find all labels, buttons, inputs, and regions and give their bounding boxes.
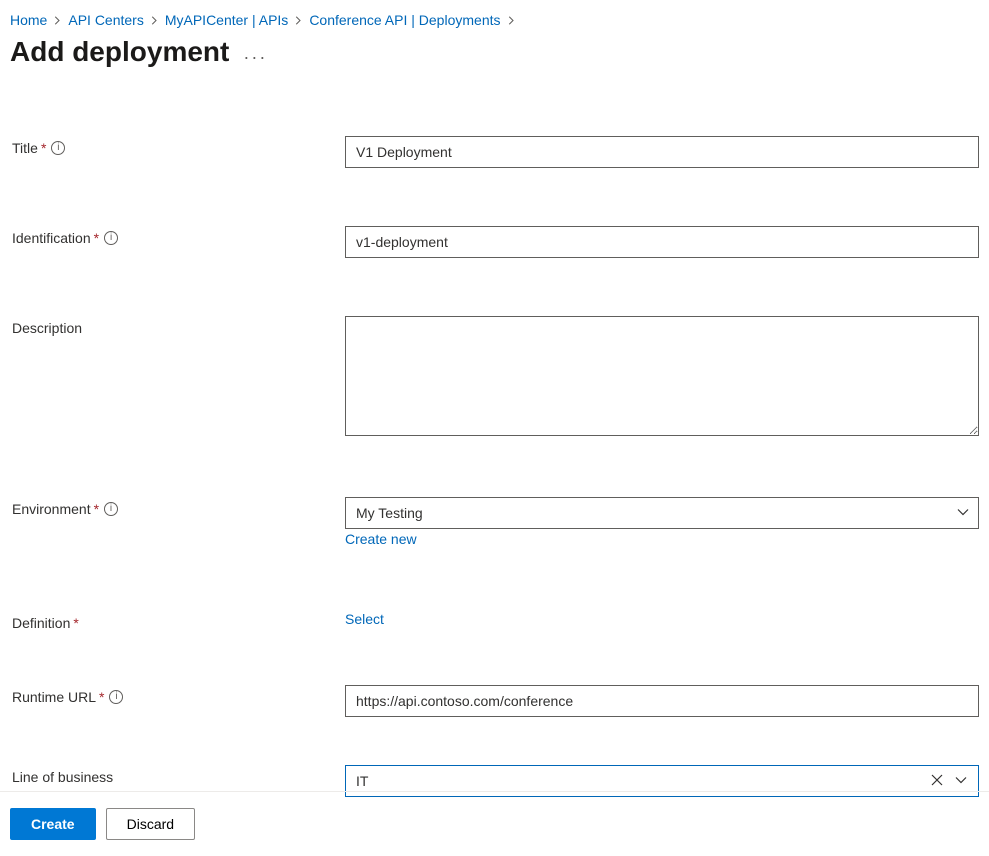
page-title-row: Add deployment ··· xyxy=(0,28,989,68)
description-textarea[interactable] xyxy=(345,316,979,436)
create-button[interactable]: Create xyxy=(10,808,96,840)
info-icon[interactable]: i xyxy=(51,141,65,155)
breadcrumb-conference-api-deployments[interactable]: Conference API | Deployments xyxy=(309,12,500,28)
chevron-right-icon xyxy=(507,16,516,25)
required-indicator: * xyxy=(99,689,104,705)
line-of-business-label: Line of business xyxy=(12,769,113,785)
definition-label: Definition xyxy=(12,615,70,631)
identification-label-group: Identification * i xyxy=(12,226,345,246)
definition-label-group: Definition * xyxy=(12,611,345,631)
info-icon[interactable]: i xyxy=(104,231,118,245)
description-label: Description xyxy=(12,320,82,336)
title-label-group: Title * i xyxy=(12,136,345,156)
breadcrumb-api-centers[interactable]: API Centers xyxy=(68,12,143,28)
add-deployment-form: Title * i Identification * i Description xyxy=(0,68,989,797)
page-title: Add deployment xyxy=(10,36,229,68)
environment-label-group: Environment * i xyxy=(12,497,345,517)
title-label: Title xyxy=(12,140,38,156)
identification-label: Identification xyxy=(12,230,91,246)
title-input[interactable] xyxy=(345,136,979,168)
chevron-down-icon[interactable] xyxy=(951,770,971,792)
chevron-right-icon xyxy=(150,16,159,25)
environment-label: Environment xyxy=(12,501,91,517)
description-label-group: Description xyxy=(12,316,345,336)
required-indicator: * xyxy=(94,230,99,246)
definition-select-link[interactable]: Select xyxy=(345,611,384,627)
discard-button[interactable]: Discard xyxy=(106,808,195,840)
runtime-url-label-group: Runtime URL * i xyxy=(12,685,345,705)
more-actions-icon[interactable]: ··· xyxy=(243,38,267,66)
breadcrumb-home[interactable]: Home xyxy=(10,12,47,28)
chevron-right-icon xyxy=(294,16,303,25)
identification-input[interactable] xyxy=(345,226,979,258)
info-icon[interactable]: i xyxy=(104,502,118,516)
required-indicator: * xyxy=(73,615,78,631)
line-of-business-label-group: Line of business xyxy=(12,765,345,785)
environment-select[interactable]: My Testing xyxy=(345,497,979,529)
chevron-right-icon xyxy=(53,16,62,25)
info-icon[interactable]: i xyxy=(109,690,123,704)
clear-icon[interactable] xyxy=(927,770,947,792)
breadcrumb: Home API Centers MyAPICenter | APIs Conf… xyxy=(0,0,989,28)
create-new-environment-link[interactable]: Create new xyxy=(345,531,417,547)
required-indicator: * xyxy=(94,501,99,517)
runtime-url-input[interactable] xyxy=(345,685,979,717)
breadcrumb-myapicenter-apis[interactable]: MyAPICenter | APIs xyxy=(165,12,288,28)
required-indicator: * xyxy=(41,140,46,156)
footer-actions: Create Discard xyxy=(0,791,989,856)
runtime-url-label: Runtime URL xyxy=(12,689,96,705)
